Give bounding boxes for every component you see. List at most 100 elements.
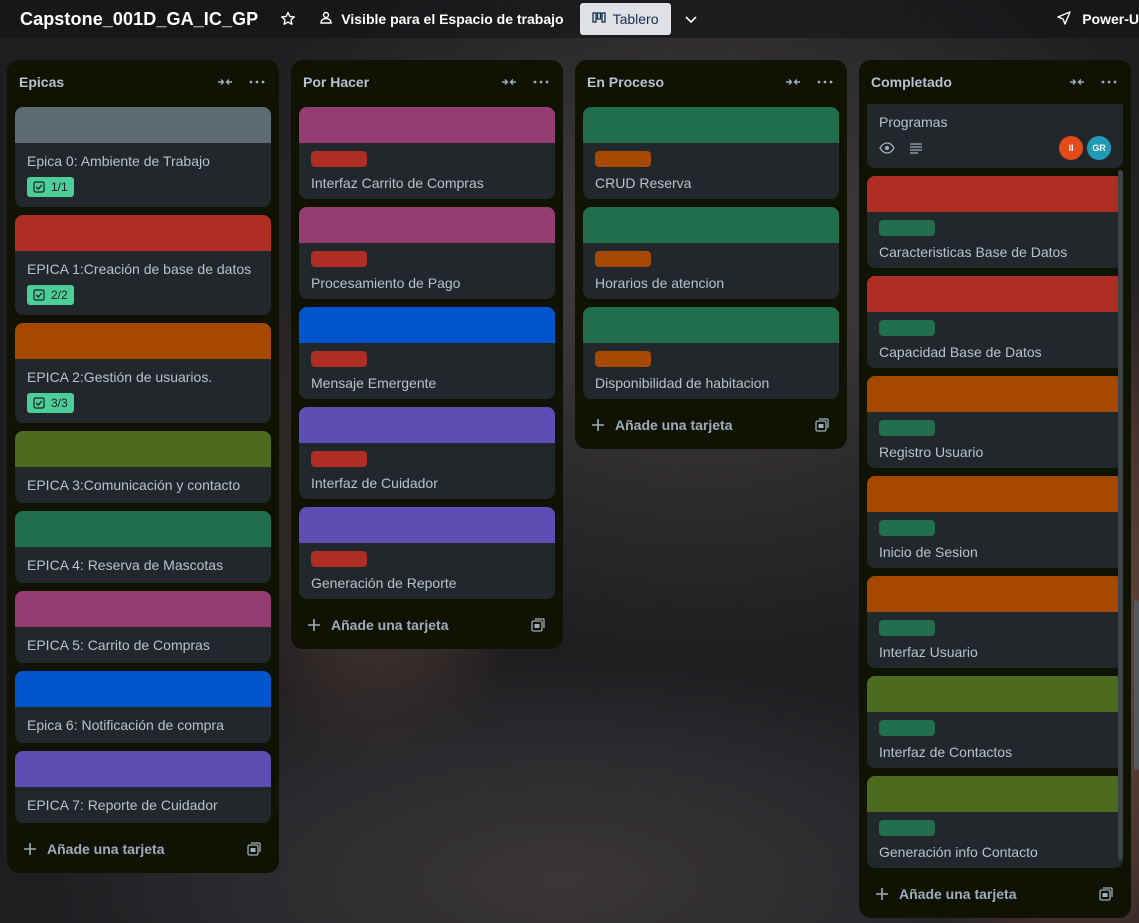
card-template-icon[interactable] bbox=[815, 417, 831, 433]
powerups-button[interactable]: Power-U bbox=[1056, 0, 1139, 38]
card-label[interactable] bbox=[879, 220, 935, 236]
list-scrollbar[interactable] bbox=[1118, 170, 1123, 860]
board-view-button[interactable]: Tablero bbox=[579, 3, 671, 35]
card-cover bbox=[15, 751, 271, 787]
card-label[interactable] bbox=[879, 420, 935, 436]
card-cover bbox=[299, 107, 555, 143]
board-view-icon bbox=[591, 11, 613, 28]
card-label[interactable] bbox=[311, 151, 367, 167]
card[interactable]: Interfaz de Contactos bbox=[867, 676, 1123, 768]
checklist-count: 3/3 bbox=[51, 396, 68, 410]
card-label[interactable] bbox=[595, 151, 651, 167]
powerups-label: Power-U bbox=[1082, 11, 1139, 27]
card-cover bbox=[15, 591, 271, 627]
card-label[interactable] bbox=[879, 320, 935, 336]
card-label[interactable] bbox=[311, 451, 367, 467]
card[interactable]: Inicio de Sesion bbox=[867, 476, 1123, 568]
card-label[interactable] bbox=[311, 351, 367, 367]
checklist-count: 2/2 bbox=[51, 288, 68, 302]
list-por-hacer: Por Hacer Interfaz Carrito de Compras Pr… bbox=[291, 60, 563, 649]
card-title: EPICA 2:Gestión de usuarios. bbox=[27, 369, 213, 385]
card[interactable]: EPICA 4: Reserva de Mascotas bbox=[15, 511, 271, 583]
list-menu-icon[interactable] bbox=[815, 72, 835, 92]
card[interactable]: EPICA 7: Reporte de Cuidador bbox=[15, 751, 271, 823]
card[interactable]: EPICA 1:Creación de base de datos 2/2 bbox=[15, 215, 271, 315]
card-template-icon[interactable] bbox=[531, 617, 547, 633]
card-label[interactable] bbox=[879, 720, 935, 736]
card-cover bbox=[867, 776, 1123, 812]
checklist-icon bbox=[33, 181, 45, 193]
card-cover bbox=[867, 476, 1123, 512]
avatar[interactable]: GR bbox=[1087, 136, 1111, 160]
list-menu-icon[interactable] bbox=[531, 72, 551, 92]
card-title: Interfaz Carrito de Compras bbox=[311, 175, 484, 191]
add-card-button[interactable]: Añade una tarjeta bbox=[15, 833, 271, 865]
plus-icon bbox=[307, 617, 323, 633]
card[interactable]: EPICA 2:Gestión de usuarios. 3/3 bbox=[15, 323, 271, 423]
collapse-list-icon[interactable] bbox=[1067, 72, 1087, 92]
checklist-count: 1/1 bbox=[51, 180, 68, 194]
collapse-list-icon[interactable] bbox=[215, 72, 235, 92]
card[interactable]: Interfaz Usuario bbox=[867, 576, 1123, 668]
card[interactable]: Generación info Contacto bbox=[867, 776, 1123, 868]
card-cover bbox=[15, 511, 271, 547]
checklist-badge: 1/1 bbox=[27, 177, 74, 197]
list-title[interactable]: Por Hacer bbox=[303, 74, 499, 90]
card[interactable]: Epica 6: Notificación de compra bbox=[15, 671, 271, 743]
list-title[interactable]: Completado bbox=[871, 74, 1067, 90]
add-card-button[interactable]: Añade una tarjeta bbox=[299, 609, 555, 641]
board-scrollbar[interactable] bbox=[1134, 600, 1139, 770]
card-cover bbox=[15, 215, 271, 251]
card[interactable]: Horarios de atencion bbox=[583, 207, 839, 299]
board-header: Capstone_001D_GA_IC_GP Visible para el E… bbox=[0, 0, 1139, 38]
card-label[interactable] bbox=[595, 251, 651, 267]
list-menu-icon[interactable] bbox=[1099, 72, 1119, 92]
card-template-icon[interactable] bbox=[247, 841, 263, 857]
checklist-icon bbox=[33, 397, 45, 409]
card-label[interactable] bbox=[879, 820, 935, 836]
star-icon[interactable] bbox=[280, 10, 298, 28]
card-title: Disponibilidad de habitacion bbox=[595, 375, 770, 391]
card-label[interactable] bbox=[879, 620, 935, 636]
avatar[interactable]: II bbox=[1059, 136, 1083, 160]
card[interactable]: Generación de Reporte bbox=[299, 507, 555, 599]
card[interactable]: Mensaje Emergente bbox=[299, 307, 555, 399]
list-menu-icon[interactable] bbox=[247, 72, 267, 92]
card[interactable]: Interfaz Carrito de Compras bbox=[299, 107, 555, 199]
card[interactable]: Capacidad Base de Datos bbox=[867, 276, 1123, 368]
list-header: En Proceso bbox=[575, 60, 847, 104]
card[interactable]: Registro Usuario bbox=[867, 376, 1123, 468]
card[interactable]: Procesamiento de Pago bbox=[299, 207, 555, 299]
list-title[interactable]: En Proceso bbox=[587, 74, 783, 90]
collapse-list-icon[interactable] bbox=[783, 72, 803, 92]
add-card-button[interactable]: Añade una tarjeta bbox=[583, 409, 839, 441]
card-title: Interfaz Usuario bbox=[879, 644, 978, 660]
list-header: Por Hacer bbox=[291, 60, 563, 104]
card[interactable]: Epica 0: Ambiente de Trabajo 1/1 bbox=[15, 107, 271, 207]
card[interactable]: Interfaz de Cuidador bbox=[299, 407, 555, 499]
collapse-list-icon[interactable] bbox=[499, 72, 519, 92]
card-title: Interfaz de Contactos bbox=[879, 744, 1013, 760]
card[interactable]: EPICA 5: Carrito de Compras bbox=[15, 591, 271, 663]
visibility-label: Visible para el Espacio de trabajo bbox=[341, 11, 564, 27]
add-card-button[interactable]: Añade una tarjeta bbox=[867, 878, 1123, 910]
card[interactable]: Disponibilidad de habitacion bbox=[583, 307, 839, 399]
board-title[interactable]: Capstone_001D_GA_IC_GP bbox=[20, 9, 258, 30]
visibility-button[interactable]: Visible para el Espacio de trabajo bbox=[318, 10, 564, 29]
list-title[interactable]: Epicas bbox=[19, 74, 215, 90]
card[interactable]: Caracteristicas Base de Datos bbox=[867, 176, 1123, 268]
card-label[interactable] bbox=[311, 251, 367, 267]
card-label[interactable] bbox=[311, 551, 367, 567]
card[interactable]: CRUD Reserva bbox=[583, 107, 839, 199]
card-label[interactable] bbox=[879, 520, 935, 536]
card-cover bbox=[299, 407, 555, 443]
card-template-icon[interactable] bbox=[1099, 886, 1115, 902]
card-label[interactable] bbox=[595, 351, 651, 367]
checklist-badge: 3/3 bbox=[27, 393, 74, 413]
add-card-label: Añade una tarjeta bbox=[331, 617, 449, 633]
chevron-down-icon[interactable] bbox=[683, 11, 699, 27]
card-title: Caracteristicas Base de Datos bbox=[879, 244, 1068, 260]
card[interactable]: EPICA 3:Comunicación y contacto bbox=[15, 431, 271, 503]
card-title: EPICA 4: Reserva de Mascotas bbox=[27, 557, 224, 573]
add-card-label: Añade una tarjeta bbox=[615, 417, 733, 433]
